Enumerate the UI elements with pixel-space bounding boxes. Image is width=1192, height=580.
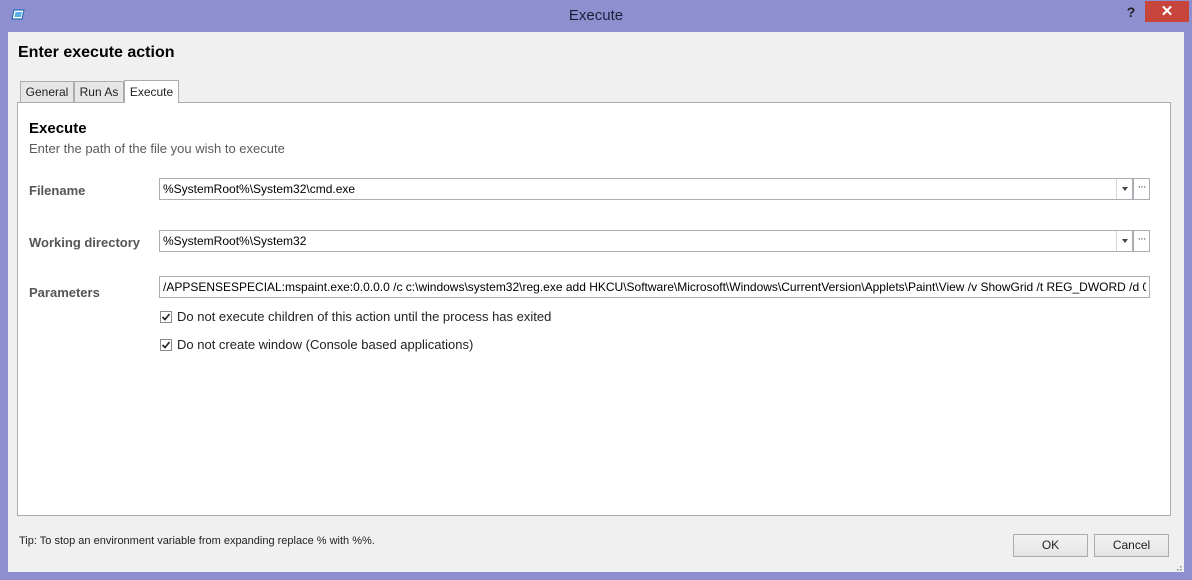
section-title: Execute xyxy=(29,120,87,137)
filename-value: %SystemRoot%\System32\cmd.exe xyxy=(163,182,356,196)
cancel-button[interactable]: Cancel xyxy=(1094,534,1169,557)
no-window-checkbox[interactable] xyxy=(160,339,172,351)
section-description: Enter the path of the file you wish to e… xyxy=(29,141,285,156)
parameters-label: Parameters xyxy=(29,285,100,300)
working-directory-value: %SystemRoot%\System32 xyxy=(163,234,307,248)
execute-tab-panel: Execute Enter the path of the file you w… xyxy=(17,102,1171,516)
checkmark-icon xyxy=(161,313,171,321)
wait-for-exit-checkbox[interactable] xyxy=(160,311,172,323)
checkmark-icon xyxy=(161,341,171,349)
chevron-down-icon[interactable] xyxy=(1116,231,1132,251)
wait-for-exit-label: Do not execute children of this action u… xyxy=(177,309,552,324)
window-title: Execute xyxy=(568,7,624,24)
execute-dialog-window: Execute ? ✕ Enter execute action General… xyxy=(0,0,1192,580)
tab-run-as[interactable]: Run As xyxy=(74,81,124,102)
working-directory-label: Working directory xyxy=(29,235,141,250)
ok-button[interactable]: OK xyxy=(1013,534,1088,557)
filename-browse-button[interactable]: ··· xyxy=(1133,178,1150,200)
filename-combo[interactable]: %SystemRoot%\System32\cmd.exe xyxy=(159,178,1133,200)
parameters-input[interactable]: /APPSENSESPECIAL:mspaint.exe:0.0.0.0 /c … xyxy=(159,276,1150,298)
title-bar[interactable]: Execute ? ✕ xyxy=(0,0,1192,32)
working-directory-combo[interactable]: %SystemRoot%\System32 xyxy=(159,230,1133,252)
tip-text: Tip: To stop an environment variable fro… xyxy=(19,535,375,547)
working-directory-browse-button[interactable]: ··· xyxy=(1133,230,1150,252)
dialog-client-area: Enter execute action General Run As Exec… xyxy=(8,32,1184,572)
resize-grip-icon[interactable] xyxy=(1174,564,1182,571)
help-button[interactable]: ? xyxy=(1120,1,1142,23)
no-window-label: Do not create window (Console based appl… xyxy=(177,337,474,352)
filename-label: Filename xyxy=(29,183,86,198)
tab-general[interactable]: General xyxy=(20,81,74,102)
tab-execute[interactable]: Execute xyxy=(124,80,179,103)
dialog-heading: Enter execute action xyxy=(18,44,175,61)
parameters-value: /APPSENSESPECIAL:mspaint.exe:0.0.0.0 /c … xyxy=(163,280,1146,294)
chevron-down-icon[interactable] xyxy=(1116,179,1132,199)
close-button[interactable]: ✕ xyxy=(1145,1,1189,22)
